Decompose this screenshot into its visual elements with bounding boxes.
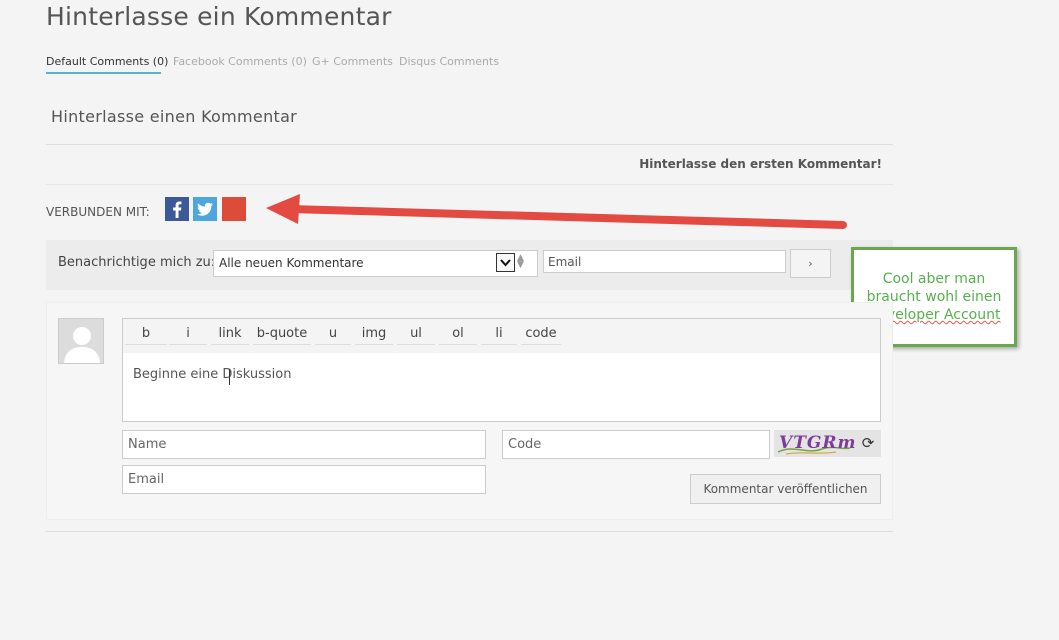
list-item-button[interactable]: li bbox=[481, 325, 517, 345]
editor-placeholder-text: Beginne eine Diskussion bbox=[133, 367, 292, 382]
image-button[interactable]: img bbox=[355, 325, 393, 345]
text-cursor bbox=[229, 369, 230, 385]
notify-email-input[interactable]: Email bbox=[543, 250, 786, 273]
first-comment-text: Hinterlasse den ersten Kommentar! bbox=[639, 157, 882, 171]
red-arrow-annotation bbox=[266, 194, 847, 229]
google-plus-icon[interactable] bbox=[222, 197, 246, 221]
notify-select-value: Alle neuen Kommentare bbox=[219, 256, 364, 270]
connected-with-label: VERBUNDEN MIT: bbox=[46, 205, 150, 219]
name-input[interactable]: Name bbox=[122, 430, 486, 459]
captcha-text: VTGRm bbox=[779, 433, 857, 453]
active-tab-indicator bbox=[46, 72, 161, 74]
facebook-icon[interactable] bbox=[165, 197, 189, 221]
ordered-list-button[interactable]: ol bbox=[439, 325, 477, 345]
notify-label: Benachrichtige mich zu: bbox=[58, 255, 216, 270]
link-button[interactable]: link bbox=[211, 325, 249, 345]
avatar bbox=[58, 318, 104, 364]
note-line: Cool aber man bbox=[882, 271, 986, 287]
divider bbox=[46, 144, 893, 145]
bold-button[interactable]: b bbox=[125, 325, 167, 345]
divider bbox=[46, 531, 893, 532]
section-title: Hinterlasse einen Kommentar bbox=[51, 107, 298, 126]
email-input[interactable]: Email bbox=[122, 465, 486, 494]
divider bbox=[46, 184, 893, 185]
chevron-down-icon[interactable] bbox=[496, 253, 515, 272]
twitter-icon[interactable] bbox=[193, 197, 217, 221]
underline-button[interactable]: u bbox=[315, 325, 351, 345]
spinner-icon: ▲ ▼ bbox=[517, 253, 524, 270]
italic-button[interactable]: i bbox=[169, 325, 207, 345]
code-button[interactable]: code bbox=[521, 325, 561, 345]
page-title: Hinterlasse ein Kommentar bbox=[46, 2, 392, 31]
tab-facebook-comments[interactable]: Facebook Comments (0) bbox=[173, 55, 307, 68]
tab-gplus-comments[interactable]: G+ Comments bbox=[312, 55, 393, 68]
captcha-code-input[interactable]: Code bbox=[502, 430, 770, 459]
tab-disqus-comments[interactable]: Disqus Comments bbox=[399, 55, 499, 68]
blockquote-button[interactable]: b-quote bbox=[253, 325, 311, 345]
unordered-list-button[interactable]: ul bbox=[397, 325, 435, 345]
tab-default-comments[interactable]: Default Comments (0) bbox=[46, 55, 168, 68]
refresh-icon[interactable]: ⟳ bbox=[855, 430, 881, 457]
subscribe-go-button[interactable]: › bbox=[790, 249, 831, 278]
publish-comment-button[interactable]: Kommentar veröffentlichen bbox=[690, 474, 881, 504]
